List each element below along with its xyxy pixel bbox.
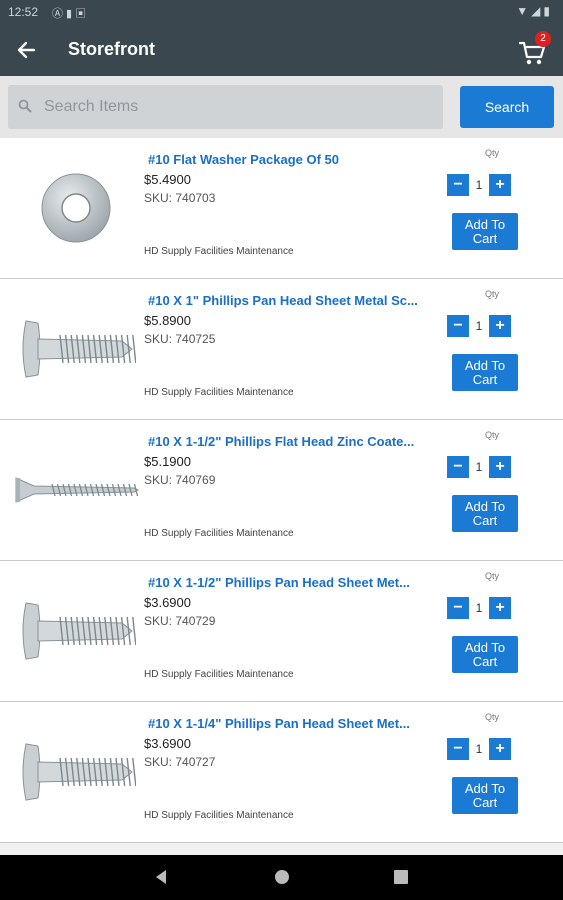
add-to-cart-label-line2: Cart [472, 371, 498, 387]
nav-recents-icon[interactable] [394, 870, 408, 884]
notification-icons: Ⓐ▮▣ [52, 5, 89, 21]
arrow-left-icon [17, 41, 36, 59]
signal-icon: ◢ [531, 4, 544, 18]
product-sku: SKU: 740729 [144, 614, 216, 628]
search-bar: Search [0, 76, 563, 138]
qty-decrement-button[interactable]: − [447, 315, 469, 337]
cart-button[interactable]: 2 [517, 31, 551, 68]
nav-home-icon[interactable] [274, 869, 290, 885]
product-sku: SKU: 740703 [144, 191, 216, 205]
product-supplier: HD Supply Facilities Maintenance [144, 387, 294, 398]
product-sku: SKU: 740769 [144, 473, 216, 487]
add-to-cart-button[interactable]: Add To Cart [452, 777, 518, 814]
product-name-link[interactable]: #10 X 1-1/2" Phillips Flat Head Zinc Coa… [148, 434, 430, 449]
product-supplier: HD Supply Facilities Maintenance [144, 810, 294, 821]
pan-head-screw-image [22, 743, 136, 801]
notification-c-icon: ▣ [75, 8, 90, 20]
qty-decrement-button[interactable]: − [447, 597, 469, 619]
qty-increment-button[interactable]: + [489, 738, 511, 760]
product-row[interactable]: #10 X 1" Phillips Pan Head Sheet Metal S… [0, 279, 563, 420]
add-to-cart-label-line2: Cart [472, 794, 498, 810]
qty-increment-button[interactable]: + [489, 174, 511, 196]
page-title: Storefront [68, 39, 155, 59]
search-button[interactable]: Search [460, 86, 554, 128]
status-right-icons: ▼◢▮ [516, 4, 553, 18]
product-image[interactable] [12, 717, 140, 827]
qty-increment-button[interactable]: + [489, 315, 511, 337]
product-supplier: HD Supply Facilities Maintenance [144, 669, 294, 680]
product-sku: SKU: 740727 [144, 755, 216, 769]
product-row[interactable]: #10 X 1-1/4" Phillips Pan Head Sheet Met… [0, 702, 563, 843]
product-row[interactable]: #10 Flat Washer Package Of 50 $5.4900 SKU:… [0, 138, 563, 279]
back-button[interactable] [10, 34, 42, 66]
product-name-link[interactable]: #10 X 1" Phillips Pan Head Sheet Metal S… [148, 293, 430, 308]
wifi-icon: ▼ [516, 4, 532, 18]
qty-label: Qty [485, 712, 500, 722]
qty-label: Qty [485, 148, 500, 158]
battery-icon: ▮ [543, 4, 553, 18]
qty-value[interactable]: 1 [471, 742, 487, 756]
product-name-link[interactable]: #10 Flat Washer Package Of 50 [148, 152, 430, 167]
product-price: $5.8900 [144, 313, 191, 328]
pan-head-screw-image [22, 320, 136, 378]
product-row[interactable]: #10 X 1-1/2" Phillips Flat Head Zinc Coa… [0, 420, 563, 561]
add-to-cart-label-line2: Cart [472, 230, 498, 246]
add-to-cart-button[interactable]: Add To Cart [452, 495, 518, 532]
flat-head-screw-image [15, 477, 140, 503]
qty-value[interactable]: 1 [471, 178, 487, 192]
product-image[interactable] [12, 153, 140, 263]
add-to-cart-button[interactable]: Add To Cart [452, 354, 518, 391]
add-to-cart-label-line1: Add To [464, 216, 506, 232]
nav-back-icon[interactable] [154, 869, 168, 885]
qty-increment-button[interactable]: + [489, 456, 511, 478]
product-sku: SKU: 740725 [144, 332, 216, 346]
search-input[interactable] [44, 85, 434, 129]
qty-value[interactable]: 1 [471, 460, 487, 474]
add-to-cart-button[interactable]: Add To Cart [452, 636, 518, 673]
product-supplier: HD Supply Facilities Maintenance [144, 246, 294, 257]
status-time: 12:52 [8, 5, 39, 19]
notification-b-icon: ▮ [66, 8, 76, 20]
search-field[interactable] [8, 85, 443, 129]
cart-count-badge: 2 [535, 31, 551, 47]
qty-decrement-button[interactable]: − [447, 456, 469, 478]
notification-a-icon: Ⓐ [52, 8, 66, 20]
qty-decrement-button[interactable]: − [447, 174, 469, 196]
washer-image [41, 173, 111, 243]
product-image[interactable] [12, 435, 140, 545]
product-name-link[interactable]: #10 X 1-1/4" Phillips Pan Head Sheet Met… [148, 716, 430, 731]
product-image[interactable] [12, 576, 140, 686]
add-to-cart-button[interactable]: Add To Cart [452, 213, 518, 250]
app-bar: Storefront 2 [0, 24, 563, 76]
qty-label: Qty [485, 289, 500, 299]
add-to-cart-label-line1: Add To [464, 639, 506, 655]
qty-increment-button[interactable]: + [489, 597, 511, 619]
product-price: $3.6900 [144, 595, 191, 610]
product-supplier: HD Supply Facilities Maintenance [144, 528, 294, 539]
product-image[interactable] [12, 294, 140, 404]
product-price: $5.4900 [144, 172, 191, 187]
qty-decrement-button[interactable]: − [447, 738, 469, 760]
add-to-cart-label-line2: Cart [472, 653, 498, 669]
qty-value[interactable]: 1 [471, 601, 487, 615]
product-price: $3.6900 [144, 736, 191, 751]
product-list: #10 Flat Washer Package Of 50 $5.4900 SKU:… [0, 138, 563, 843]
qty-label: Qty [485, 571, 500, 581]
product-row[interactable]: #10 X 1-1/2" Phillips Pan Head Sheet Met… [0, 561, 563, 702]
add-to-cart-label-line1: Add To [464, 357, 506, 373]
search-icon [18, 99, 32, 113]
add-to-cart-label-line1: Add To [464, 780, 506, 796]
add-to-cart-label-line1: Add To [464, 498, 506, 514]
pan-head-screw-image [22, 602, 136, 660]
product-name-link[interactable]: #10 X 1-1/2" Phillips Pan Head Sheet Met… [148, 575, 430, 590]
product-price: $5.1900 [144, 454, 191, 469]
add-to-cart-label-line2: Cart [472, 512, 498, 528]
system-nav-bar [0, 855, 563, 900]
qty-value[interactable]: 1 [471, 319, 487, 333]
status-bar: 12:52 Ⓐ▮▣ ▼◢▮ [0, 0, 563, 24]
qty-label: Qty [485, 430, 500, 440]
